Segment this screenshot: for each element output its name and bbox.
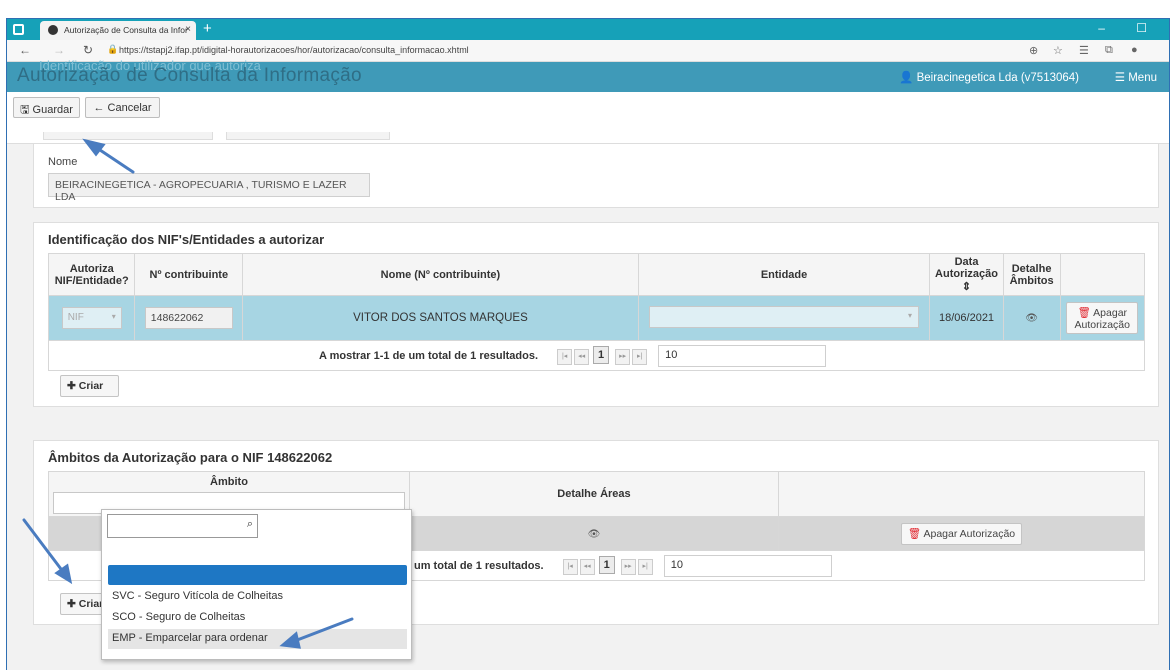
create-button[interactable]: ✚ Criar [60, 375, 119, 397]
prev-page-icon[interactable]: ◂◂ [574, 349, 590, 366]
save-label: Guardar [32, 104, 73, 116]
nif-panel: Identificação dos NIF's/Entidades a auto… [33, 222, 1159, 407]
dropdown-option-sco[interactable]: SCO - Seguro de Colheitas [108, 608, 407, 628]
delete-label: Apagar Autorização [923, 528, 1016, 540]
zoom-icon[interactable]: ⊕ [1029, 44, 1038, 57]
page-title: Autorização de Consulta da Informação [17, 65, 362, 86]
last-page-icon[interactable]: ▸| [637, 559, 653, 576]
save-button[interactable]: 🖫 Guardar [13, 97, 80, 118]
user-menu[interactable]: 👤 Beiracinegetica Lda (v7513064) [899, 70, 1079, 84]
pagination-controls: |◂ ◂◂ 1 ▸▸ ▸| [561, 556, 656, 576]
menu-label: Menu [1128, 72, 1157, 84]
menu-icon: ☰ [1114, 72, 1126, 84]
tab-bar: Autorização de Consulta da Infor × + – ☐ [7, 19, 1169, 40]
pagination-text: A mostrar 1-1 de um total de 1 resultado… [319, 349, 539, 362]
delete-authorization-button[interactable]: 🗑 Apagar Autorização [900, 522, 1023, 545]
next-page-icon[interactable]: ▸▸ [620, 559, 636, 576]
name-label: Nome [48, 156, 78, 168]
ambitos-section-title: Âmbitos da Autorização para o NIF 148622… [48, 450, 333, 465]
collections-icon[interactable]: ⧉ [1105, 44, 1113, 57]
back-arrow-icon: ← [93, 101, 105, 114]
rows-per-page-select[interactable]: 10 [663, 554, 832, 577]
nif-table: Autoriza NIF/Entidade? Nº contribuinte N… [47, 253, 1146, 371]
eye-icon[interactable]: 👁 [1025, 313, 1038, 324]
lock-icon: 🔒 [107, 44, 119, 54]
last-page-icon[interactable]: ▸| [632, 349, 648, 366]
favicon-icon [48, 25, 58, 35]
reload-icon[interactable]: ↻ [83, 43, 93, 57]
pagination-controls: |◂ ◂◂ 1 ▸▸ ▸| [555, 346, 650, 366]
plus-icon: ✚ [67, 380, 76, 392]
eye-icon[interactable]: 👁 [588, 529, 601, 540]
profile-icon[interactable]: ● [1131, 44, 1138, 56]
col-detalhe: Detalhe Âmbitos [1002, 253, 1061, 296]
name-field[interactable]: BEIRACINEGETICA - AGROPECUARIA , TURISMO… [48, 173, 370, 203]
user-name: Beiracinegetica Lda (v7513064) [916, 72, 1079, 84]
delete-authorization-button[interactable]: 🗑 Apagar Autorização [1066, 302, 1139, 334]
plus-icon: ✚ [67, 598, 76, 610]
url-field[interactable]: https://tstapj2.ifap.pt/idigital-horauto… [119, 45, 469, 55]
pagination-row: A mostrar 1-1 de um total de 1 resultado… [48, 340, 1145, 371]
table-row[interactable]: NIF ▾ 148622062 VITOR DOS SANTOS MARQUES … [47, 295, 1146, 341]
search-icon: ⌕ [246, 518, 253, 530]
hidden-field [43, 132, 213, 140]
cancel-label: Cancelar [107, 101, 152, 114]
name-cell: VITOR DOS SANTOS MARQUES [242, 295, 639, 341]
col-data[interactable]: Data Autorização ⇕ [929, 253, 1004, 296]
rows-per-page-select[interactable]: 10 [658, 344, 827, 367]
current-page[interactable]: 1 [598, 556, 615, 575]
first-page-icon[interactable]: |◂ [562, 559, 578, 576]
new-tab-button[interactable]: + [203, 20, 212, 37]
tab-close-icon[interactable]: × [185, 24, 191, 35]
menu-button[interactable]: ☰ Menu [1115, 70, 1157, 84]
col-entidade: Entidade [637, 253, 931, 296]
col-actions [777, 471, 1146, 517]
current-page[interactable]: 1 [593, 346, 610, 365]
favorites-bar-icon[interactable]: ☰ [1079, 44, 1089, 57]
forward-icon[interactable]: → [53, 43, 65, 57]
sort-icon[interactable]: ⇕ [962, 281, 971, 293]
col-actions [1059, 253, 1146, 296]
trash-icon: 🗑 [1077, 306, 1091, 319]
identification-panel: Nome BEIRACINEGETICA - AGROPECUARIA , TU… [33, 144, 1159, 208]
first-page-icon[interactable]: |◂ [557, 349, 573, 366]
save-icon: 🖫 [20, 104, 30, 116]
entity-select[interactable]: ▾ [649, 305, 920, 328]
create-label: Criar [78, 598, 104, 610]
dropdown-option-emp[interactable]: EMP - Emparcelar para ordenar [108, 629, 407, 649]
user-icon: 👤 [899, 72, 914, 84]
create-label: Criar [78, 380, 104, 392]
toolbar: 🖫 Guardar ← Cancelar [7, 92, 1169, 144]
back-icon[interactable]: ← [19, 43, 31, 57]
col-nome: Nome (Nº contribuinte) [242, 253, 639, 296]
dropdown-option-svc[interactable]: SVC - Seguro Vitícola de Colheitas [108, 587, 407, 607]
tab-title: Autorização de Consulta da Infor [64, 25, 188, 35]
nif-input[interactable]: 148622062 [144, 307, 233, 329]
browser-tab[interactable]: Autorização de Consulta da Infor × [40, 21, 196, 40]
hidden-field [226, 132, 390, 140]
window-controls[interactable]: – ☐ [1098, 21, 1161, 35]
chevron-down-icon: ▾ [111, 312, 116, 321]
dropdown-search-input[interactable]: ⌕ [107, 514, 258, 538]
favorite-icon[interactable]: ☆ [1053, 44, 1063, 57]
trash-icon: 🗑 [907, 528, 922, 540]
col-data-label: Data Autorização [935, 256, 999, 280]
col-autoriza: Autoriza NIF/Entidade? [47, 253, 136, 296]
authorize-select[interactable]: NIF ▾ [61, 307, 122, 329]
authorize-value: NIF [67, 312, 84, 323]
date-cell: 18/06/2021 [929, 295, 1004, 341]
prev-page-icon[interactable]: ◂◂ [579, 559, 595, 576]
col-ambito-label: Âmbito [210, 476, 248, 488]
app-header: Identificação do utilizador que autoriza… [7, 58, 1169, 92]
col-detalhe-areas: Detalhe Áreas [409, 471, 779, 517]
window-menu-icon[interactable] [13, 24, 24, 35]
col-nif: Nº contribuinte [134, 253, 244, 296]
chevron-down-icon: ▾ [908, 310, 913, 320]
next-page-icon[interactable]: ▸▸ [615, 349, 631, 366]
pagination-text: um total de 1 resultados. [414, 559, 544, 572]
nif-section-title: Identificação dos NIF's/Entidades a auto… [48, 232, 325, 247]
ambito-dropdown: ⌕ SVC - Seguro Vitícola de Colheitas SCO… [101, 509, 412, 660]
dropdown-option-empty[interactable] [108, 565, 407, 585]
cancel-button[interactable]: ← Cancelar [85, 97, 160, 118]
